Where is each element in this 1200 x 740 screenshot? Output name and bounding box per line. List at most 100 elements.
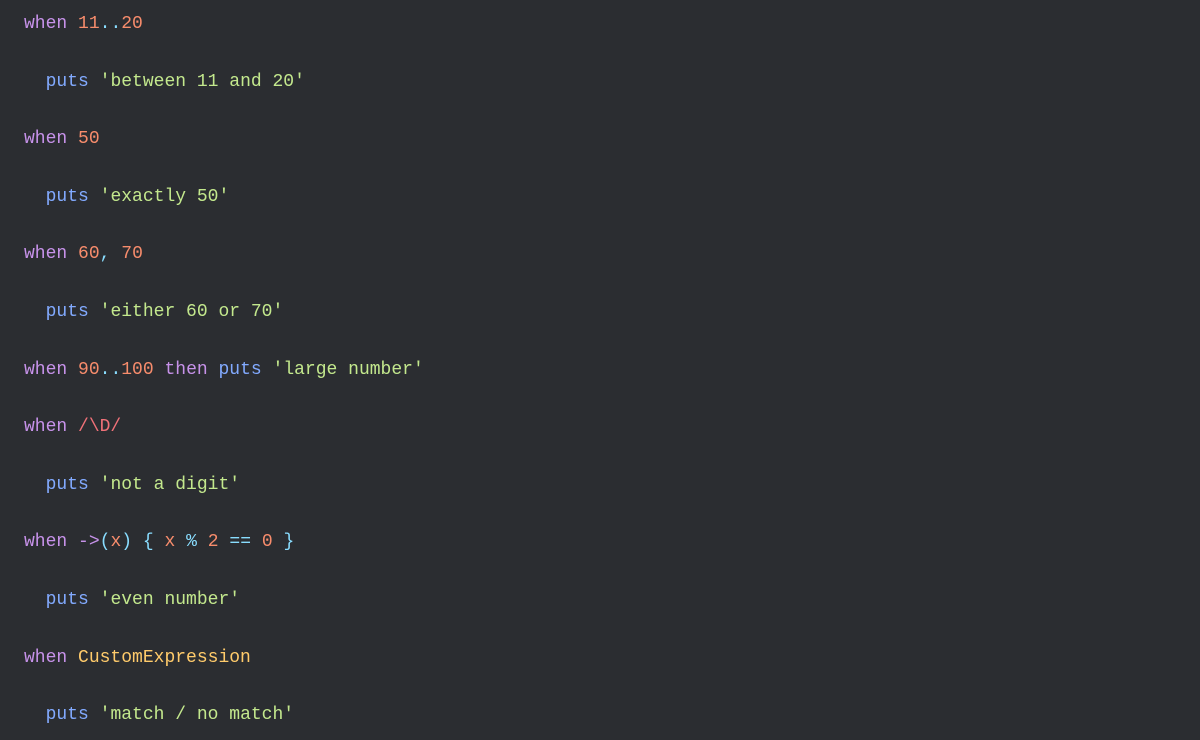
line-blank-12 — [24, 672, 1176, 701]
token-plain — [24, 475, 46, 495]
code-block: when 11..20 puts 'between 11 and 20' whe… — [0, 0, 1200, 740]
token-kw-when: when — [24, 532, 67, 552]
token-op: == — [229, 532, 251, 552]
token-plain — [67, 14, 78, 34]
line-blank-10 — [24, 557, 1176, 586]
token-op: .. — [100, 360, 122, 380]
token-kw-puts: puts — [46, 590, 89, 610]
line-blank-9 — [24, 500, 1176, 529]
token-plain — [154, 532, 165, 552]
token-str: 'even number' — [100, 590, 240, 610]
token-plain — [89, 590, 100, 610]
token-plain — [154, 360, 165, 380]
token-plain — [208, 360, 219, 380]
token-plain — [67, 417, 78, 437]
line-blank-4 — [24, 212, 1176, 241]
token-str: 'either 60 or 70' — [100, 302, 284, 322]
token-kw-when: when — [24, 648, 67, 668]
token-plain — [24, 590, 46, 610]
line-puts-even: puts 'even number' — [24, 586, 1176, 615]
token-var: x — [110, 532, 121, 552]
token-plain — [24, 72, 46, 92]
line-blank-1 — [24, 39, 1176, 68]
line-blank-5 — [24, 269, 1176, 298]
token-lambda: -> — [78, 532, 100, 552]
token-num: 70 — [121, 244, 143, 264]
token-num: 50 — [78, 129, 100, 149]
token-var: x — [165, 532, 176, 552]
token-kw-puts: puts — [219, 360, 262, 380]
token-plain — [24, 705, 46, 725]
token-plain — [110, 244, 121, 264]
token-str: 'match / no match' — [100, 705, 294, 725]
token-punct: , — [100, 244, 111, 264]
token-str: 'between 11 and 20' — [100, 72, 305, 92]
token-plain — [67, 648, 78, 668]
token-num: 90 — [78, 360, 100, 380]
line-puts-digit: puts 'not a digit' — [24, 471, 1176, 500]
token-plain — [89, 187, 100, 207]
token-op: .. — [100, 14, 122, 34]
token-punct: ) — [121, 532, 132, 552]
token-kw-puts: puts — [46, 72, 89, 92]
token-const: CustomExpression — [78, 648, 251, 668]
token-num: 2 — [208, 532, 219, 552]
line-blank-11 — [24, 615, 1176, 644]
line-when-custom: when CustomExpression — [24, 644, 1176, 673]
token-punct: ( — [100, 532, 111, 552]
token-plain — [89, 302, 100, 322]
token-plain — [251, 532, 262, 552]
token-kw-when: when — [24, 129, 67, 149]
token-punct: } — [283, 532, 294, 552]
token-plain — [67, 532, 78, 552]
token-plain — [67, 129, 78, 149]
line-when-90-100: when 90..100 then puts 'large number' — [24, 356, 1176, 385]
token-kw-puts: puts — [46, 187, 89, 207]
token-kw-puts: puts — [46, 705, 89, 725]
token-kw-puts: puts — [46, 302, 89, 322]
token-num: 0 — [262, 532, 273, 552]
token-plain — [175, 532, 186, 552]
line-blank-2 — [24, 96, 1176, 125]
token-num: 60 — [78, 244, 100, 264]
token-plain — [132, 532, 143, 552]
token-plain — [262, 360, 273, 380]
token-regex: /\D/ — [78, 417, 121, 437]
line-when-50: when 50 — [24, 125, 1176, 154]
line-when-11-20: when 11..20 — [24, 10, 1176, 39]
token-num: 11 — [78, 14, 100, 34]
line-blank-8 — [24, 442, 1176, 471]
token-str: 'not a digit' — [100, 475, 240, 495]
line-puts-match: puts 'match / no match' — [24, 701, 1176, 730]
token-str: 'large number' — [273, 360, 424, 380]
token-plain — [219, 532, 230, 552]
line-blank-6 — [24, 327, 1176, 356]
line-when-60-70: when 60, 70 — [24, 240, 1176, 269]
token-plain — [67, 360, 78, 380]
token-plain — [89, 72, 100, 92]
line-puts-either: puts 'either 60 or 70' — [24, 298, 1176, 327]
line-when-regex: when /\D/ — [24, 413, 1176, 442]
token-op: % — [186, 532, 197, 552]
token-num: 100 — [121, 360, 153, 380]
token-kw-when: when — [24, 14, 67, 34]
token-kw-then: then — [164, 360, 207, 380]
line-blank-7 — [24, 384, 1176, 413]
line-when-lambda: when ->(x) { x % 2 == 0 } — [24, 528, 1176, 557]
line-puts-between: puts 'between 11 and 20' — [24, 68, 1176, 97]
token-kw-when: when — [24, 360, 67, 380]
token-plain — [24, 187, 46, 207]
token-punct: { — [143, 532, 154, 552]
token-plain — [89, 475, 100, 495]
token-kw-when: when — [24, 244, 67, 264]
token-plain — [89, 705, 100, 725]
token-plain — [273, 532, 284, 552]
line-puts-exactly: puts 'exactly 50' — [24, 183, 1176, 212]
token-plain — [197, 532, 208, 552]
token-str: 'exactly 50' — [100, 187, 230, 207]
token-plain — [67, 244, 78, 264]
line-blank-3 — [24, 154, 1176, 183]
token-plain — [24, 302, 46, 322]
token-kw-when: when — [24, 417, 67, 437]
token-num: 20 — [121, 14, 143, 34]
